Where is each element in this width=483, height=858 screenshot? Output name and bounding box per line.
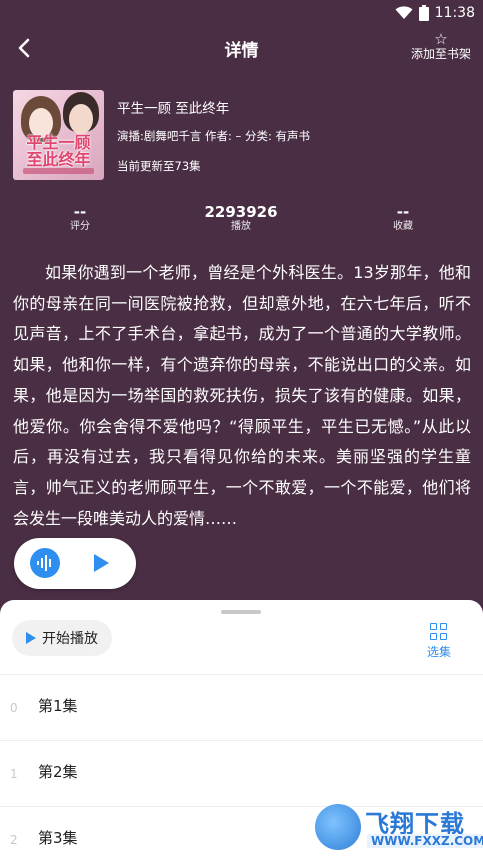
stat-value: -- xyxy=(396,203,410,221)
update-status: 当前更新至73集 xyxy=(117,159,201,173)
add-to-shelf-label: 添加至书架 xyxy=(410,47,471,61)
book-cover: 平生一顾 至此终年 xyxy=(13,90,104,180)
episode-item[interactable]: 1 第2集 xyxy=(0,740,483,806)
episode-index: 1 xyxy=(10,767,18,781)
stat-rating: -- 评分 xyxy=(30,204,130,233)
description-text: 如果你遇到一个老师，曾经是个外科医生。13岁那年，他和你的母亲在同一间医院被抢救… xyxy=(13,263,471,528)
select-episode-label: 选集 xyxy=(426,645,451,659)
book-info: 平生一顾 至此终年 平生一顾 至此终年 演播:剧舞吧千言 作者: – 分类: 有… xyxy=(13,90,473,182)
status-bar: 11:38 xyxy=(0,0,483,26)
top-app-bar: 详情 ☆ 添加至书架 xyxy=(0,26,483,70)
stat-plays: 2293926 播放 xyxy=(191,204,291,233)
stats-row: -- 评分 2293926 播放 -- 收藏 xyxy=(0,204,483,236)
status-time: 11:38 xyxy=(434,5,475,21)
stat-favorites: -- 收藏 xyxy=(353,204,453,233)
watermark-icon xyxy=(315,804,361,850)
select-episode-button[interactable]: 选集 xyxy=(427,623,451,660)
watermark-logo: 飞翔下载 WWW.FXXZ.COM xyxy=(315,804,483,852)
episode-index: 0 xyxy=(10,701,18,715)
floating-player xyxy=(14,538,136,589)
episode-name: 第2集 xyxy=(38,763,78,781)
battery-icon xyxy=(418,5,429,21)
stat-label: 播放 xyxy=(231,221,251,232)
add-to-shelf-button[interactable]: ☆ 添加至书架 xyxy=(409,31,473,61)
play-icon[interactable] xyxy=(94,554,109,572)
episode-item[interactable]: 0 第1集 xyxy=(0,674,483,740)
book-description: 如果你遇到一个老师，曾经是个外科医生。13岁那年，他和你的母亲在同一间医院被抢救… xyxy=(13,258,471,548)
episode-name: 第1集 xyxy=(38,697,78,715)
stat-value: -- xyxy=(73,203,87,221)
play-icon xyxy=(26,632,36,644)
start-playback-button[interactable]: 开始播放 xyxy=(12,620,112,656)
stat-label: 收藏 xyxy=(393,221,413,232)
book-meta: 演播:剧舞吧千言 作者: – 分类: 有声书 xyxy=(117,129,310,143)
episode-index: 2 xyxy=(10,833,18,847)
sound-wave-icon xyxy=(37,555,51,571)
episode-name: 第3集 xyxy=(38,829,78,847)
star-icon: ☆ xyxy=(434,30,448,48)
watermark-url: WWW.FXXZ.COM xyxy=(367,834,483,848)
drag-handle[interactable] xyxy=(221,610,261,614)
grid-icon xyxy=(430,623,448,640)
book-title: 平生一顾 至此终年 xyxy=(117,101,230,117)
episode-sheet: 开始播放 选集 0 第1集 1 第2集 2 第3集 飞翔下载 WWW.FXXZ.… xyxy=(0,600,483,858)
voice-button[interactable] xyxy=(30,548,60,578)
cover-title: 平生一顾 至此终年 xyxy=(26,133,91,169)
stat-label: 评分 xyxy=(70,221,90,232)
start-playback-label: 开始播放 xyxy=(42,631,98,647)
stat-value: 2293926 xyxy=(204,203,278,221)
wifi-icon xyxy=(395,6,413,19)
